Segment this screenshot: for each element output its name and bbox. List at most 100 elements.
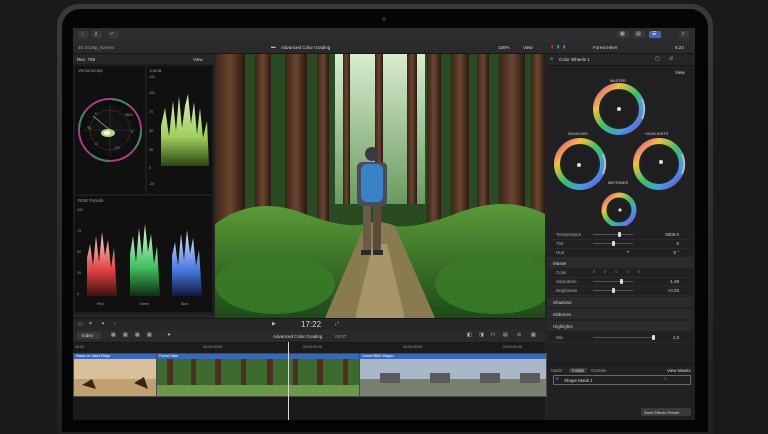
background-tasks-button[interactable]: ✓ — [108, 31, 118, 38]
scopes-panel: Rec. 709 View Vectorscope MAG R YL G CY … — [73, 54, 214, 314]
speed-icon[interactable]: ◔ — [113, 322, 116, 327]
checkbox-icon[interactable]: ■ — [550, 57, 553, 62]
inspector-view-menu[interactable]: View — [675, 70, 685, 75]
param-value[interactable]: 1.0 — [673, 335, 679, 340]
effects-browser-icon[interactable]: ▦ — [531, 333, 536, 338]
mask-outside-button[interactable]: Outside — [591, 368, 607, 373]
edit-overwrite-icon[interactable]: ▦ — [147, 333, 152, 338]
slider-knob[interactable] — [611, 241, 615, 246]
check-circle-icon: ✓ — [110, 31, 115, 37]
section-shadows[interactable]: Shadows — [547, 297, 693, 307]
scope-settings-icon[interactable]: ▭ — [78, 322, 83, 327]
header-bar: 4K DCI8p_Names ▬ Advanced Color Grading … — [73, 42, 695, 54]
timeline-ruler[interactable]: 00:00 00:00:15:00 00:00:30:00 00:00:45:0… — [73, 343, 545, 351]
timeline-clip-comet-bmx[interactable]: Comet BMX Wagon — [359, 353, 547, 397]
color-wheels[interactable] — [547, 76, 695, 226]
inspector-duration: 6:23 — [675, 45, 684, 50]
clip-thumbnails — [360, 359, 546, 396]
grid-icon: ▦ — [620, 31, 625, 37]
section-title: Midtones — [553, 312, 572, 317]
master-brightness-row[interactable]: Brightness +0.03 — [547, 286, 693, 296]
copy-icon[interactable]: ▢ — [655, 57, 660, 62]
viewer-timecode: 17:22 — [301, 320, 322, 329]
effect-name[interactable]: Color Wheels 1 — [559, 57, 590, 62]
timeline-duration: 09:07 — [335, 334, 347, 339]
slider-knob[interactable] — [612, 288, 616, 293]
zoom-icon[interactable]: ⊖ — [517, 333, 521, 338]
param-slider[interactable] — [593, 279, 633, 284]
section-title: Highlights — [553, 324, 573, 329]
edit-append-icon[interactable]: ▦ — [135, 333, 140, 338]
slider-knob[interactable] — [620, 279, 624, 284]
section-highlights[interactable]: Highlights — [547, 321, 693, 331]
layout-timeline-button[interactable]: ▤ — [633, 31, 645, 38]
audio-inspector-icon[interactable]: ▮ — [563, 44, 565, 50]
index-button[interactable]: Index — [77, 332, 101, 339]
layout-inspector-button[interactable]: ☰ — [649, 31, 661, 38]
play-icon[interactable]: ▶ — [272, 322, 276, 327]
timeline-playhead[interactable] — [288, 342, 289, 420]
snapping-icon[interactable]: ⊓ — [491, 333, 495, 338]
view-masks-button[interactable]: View Masks — [667, 368, 691, 373]
param-value[interactable]: 0 ° — [673, 250, 679, 255]
layout-browser-button[interactable]: ▦ — [617, 31, 629, 38]
reset-icon[interactable]: ↺ — [669, 57, 673, 62]
parade-trace — [87, 224, 202, 296]
mix-row[interactable]: Mix 1.0 — [547, 333, 693, 343]
vectorscope-graph — [78, 98, 142, 162]
enhance-icon[interactable]: ✦ — [101, 322, 105, 327]
viewer-frame-image — [215, 54, 545, 318]
save-effects-preset-button[interactable]: Save Effects Preset — [641, 408, 691, 416]
viewer-view-menu[interactable]: View — [523, 45, 533, 50]
param-value[interactable]: 1.48 — [670, 279, 679, 284]
film-icon: ▬ — [271, 44, 276, 49]
param-slider[interactable] — [593, 288, 633, 293]
select-tool-icon[interactable]: ➤ — [167, 333, 171, 338]
parade-channel-red: Red — [97, 302, 104, 306]
edit-connect-icon[interactable]: ▦ — [111, 333, 116, 338]
mask-circle-icon[interactable]: ○ — [664, 376, 667, 382]
section-midtones[interactable]: Midtones — [547, 309, 693, 319]
param-label: Saturation — [556, 279, 577, 284]
solo-icon[interactable]: ◨ — [479, 333, 484, 338]
keyword-button[interactable]: ⚷ — [92, 31, 102, 38]
slider-knob[interactable] — [651, 335, 655, 340]
param-value[interactable]: 0 — [676, 241, 679, 246]
timeline-title: Advanced Color Grading — [273, 334, 323, 339]
import-button[interactable]: ↓ — [78, 31, 88, 38]
hue-dial-icon[interactable]: ◐ — [627, 250, 630, 255]
luma-trace — [161, 94, 209, 166]
color-value-fields[interactable]: 0 0 0 0 0 — [593, 270, 644, 274]
param-label: Tint — [556, 241, 564, 246]
transform-icon[interactable]: ⌗ — [89, 322, 92, 327]
param-value[interactable]: +0.03 — [668, 288, 679, 293]
param-label: Hue — [556, 250, 565, 255]
viewer[interactable] — [215, 54, 545, 318]
timeline-clip-forest-hiker[interactable]: Forest Hiker — [156, 353, 360, 397]
param-value[interactable]: 5000.0 — [665, 232, 679, 237]
section-master[interactable]: Master — [547, 258, 693, 268]
checkbox-icon[interactable]: ■ — [556, 376, 559, 382]
shape-mask-item[interactable]: ■ Shape Mask 1 ○ — [553, 375, 691, 385]
param-row-hue[interactable]: Hue ◐ 0 ° — [547, 248, 693, 258]
audio-skim-icon[interactable]: ◧ — [467, 333, 472, 338]
slider-knob[interactable] — [617, 232, 621, 237]
param-slider[interactable] — [593, 232, 633, 237]
zoom-level[interactable]: 100% — [498, 45, 510, 50]
vectorscope-mark-g: G — [95, 142, 98, 146]
save-effects-preset-label: Save Effects Preset — [644, 409, 680, 415]
param-slider[interactable] — [593, 241, 633, 246]
mask-inside-button[interactable]: Inside — [569, 368, 588, 373]
screen: ↓ ⚷ ✓ ▦ ▤ ☰ ⇪ 4K DCI8p_Names ▬ Advanced … — [73, 28, 695, 420]
param-slider[interactable] — [593, 335, 655, 340]
color-board-icon[interactable]: ▮ — [551, 44, 553, 50]
midtones-wheel — [601, 192, 637, 226]
share-button[interactable]: ⇪ — [679, 31, 689, 38]
video-inspector-icon[interactable]: ▮ — [557, 44, 559, 50]
clip-appearance-icon[interactable]: ▤ — [503, 333, 508, 338]
fullscreen-icon[interactable]: ⤢ — [335, 322, 339, 327]
scopes-view-menu[interactable]: View — [193, 57, 203, 62]
timeline-clip-horse[interactable]: Horse on Sand Ridge — [73, 353, 157, 397]
edit-insert-icon[interactable]: ▦ — [123, 333, 128, 338]
highlights-wheel — [633, 138, 686, 190]
